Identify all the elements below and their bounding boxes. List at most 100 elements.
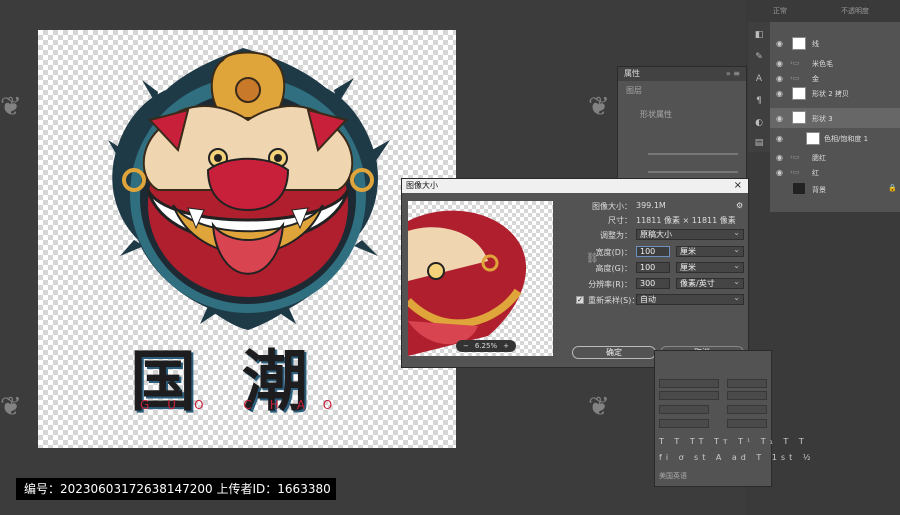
image-size-label: 图像大小：	[592, 202, 632, 211]
folder-icon: ›▭	[790, 153, 800, 161]
adjust-icon[interactable]: ◐	[753, 118, 765, 130]
properties-title: 属性	[624, 69, 640, 78]
width-input[interactable]: 100	[636, 246, 670, 257]
folder-icon: ›▭	[790, 59, 800, 67]
brush-icon[interactable]: ✎	[753, 52, 765, 64]
layer-row-selected[interactable]: ◉ 形状 3	[770, 108, 900, 128]
resolution-unit-select[interactable]: 像素/英寸	[676, 277, 744, 289]
density-slider[interactable]	[648, 153, 738, 155]
opentype-buttons[interactable]: fi ơ st A ad T 1st ½	[659, 453, 815, 462]
dialog-title: 图像大小	[406, 181, 438, 190]
layer-row[interactable]: ◉ 形状 2 拷贝	[770, 86, 900, 101]
ok-button[interactable]: 确定	[572, 346, 656, 359]
leading-field[interactable]	[727, 379, 767, 388]
eye-icon[interactable]: ◉	[776, 89, 783, 98]
layer-row[interactable]: 背景 🔒	[770, 180, 900, 198]
character-panel: T T TT Tт T¹ T₁ T T fi ơ st A ad T 1st ½…	[654, 350, 811, 487]
tracking-field[interactable]	[659, 391, 719, 400]
image-size-dialog: 图像大小 × −6.25% + 图像大小： 399.1M ⚙ 尺寸： 11811 …	[401, 178, 749, 368]
color-swatch[interactable]	[727, 419, 767, 428]
resample-checkbox[interactable]: ✓	[576, 296, 584, 304]
properties-panel: 属性 » ≡ 图层 形状属性	[617, 66, 747, 182]
dimensions-value: 11811 像素 × 11811 像素	[636, 216, 736, 225]
baseline-field[interactable]	[659, 419, 709, 428]
watermark-icon: ❦	[588, 392, 610, 422]
horizontal-scale-field[interactable]	[727, 405, 767, 414]
width-unit-select[interactable]: 厘米	[676, 245, 744, 257]
eye-icon[interactable]: ◉	[776, 39, 783, 48]
lock-icon: 🔒	[888, 184, 897, 192]
layer-mask-thumbnail	[806, 132, 820, 145]
layer-row[interactable]: ◉ ›▭ 米色毛	[770, 56, 900, 71]
opacity-label: 不透明度	[841, 7, 869, 15]
resolution-input[interactable]: 300	[636, 278, 670, 289]
eye-icon[interactable]: ◉	[776, 153, 783, 162]
preview-artwork	[408, 210, 527, 356]
layer-row[interactable]: ◉ ›▭ 金	[770, 71, 900, 86]
eye-icon[interactable]: ◉	[776, 134, 783, 143]
layer-name: 形状 3	[812, 115, 833, 123]
dialog-titlebar[interactable]: 图像大小 ×	[402, 179, 748, 193]
kerning-field[interactable]	[727, 391, 767, 400]
height-unit-select[interactable]: 厘米	[676, 261, 744, 273]
layer-name: 色相/饱和度 1	[824, 135, 869, 143]
history-icon[interactable]: ◧	[753, 30, 765, 42]
layer-name: 形状 2 拷贝	[812, 90, 849, 98]
eye-icon[interactable]: ◉	[776, 168, 783, 177]
layer-thumbnail	[792, 87, 806, 100]
zoom-out-button[interactable]: −	[463, 342, 469, 350]
dimensions-label: 尺寸：	[608, 216, 632, 225]
layer-name: 线	[812, 40, 819, 48]
close-icon[interactable]: ×	[734, 179, 742, 193]
layer-name: 腮红	[812, 154, 826, 162]
layer-row[interactable]: ◉ 色相/饱和度 1	[770, 130, 900, 148]
footer-id-bar: 编号：20230603172638147200 上传者ID：1663380	[16, 478, 336, 500]
height-label: 高度(G)：	[595, 264, 632, 273]
resolution-label: 分辨率(R)：	[588, 280, 632, 289]
layer-name: 金	[812, 75, 819, 83]
resample-select[interactable]: 自动	[636, 293, 744, 305]
type-style-buttons[interactable]: T T TT Tт T¹ T₁ T T	[659, 437, 808, 446]
layer-name: 米色毛	[812, 60, 833, 68]
lion-mask-artwork	[108, 48, 390, 330]
paragraph-icon[interactable]: ¶	[753, 96, 765, 108]
dialog-preview[interactable]: −6.25% +	[408, 201, 553, 356]
layer-thumbnail	[792, 182, 806, 195]
zoom-control[interactable]: −6.25% +	[456, 340, 516, 352]
watermark-icon: ❦	[0, 392, 22, 422]
shape-properties-label: 形状属性	[640, 110, 672, 119]
panel-menu-icon[interactable]: » ≡	[726, 67, 740, 81]
language-select[interactable]: 美国英语	[659, 471, 687, 481]
layers-options-bar: 正常 不透明度	[745, 0, 900, 22]
properties-subtitle: 图层	[626, 86, 642, 95]
folder-icon: ›▭	[790, 168, 800, 176]
feather-slider[interactable]	[648, 171, 738, 173]
fit-to-select[interactable]: 原稿大小	[636, 228, 744, 240]
layers-icon[interactable]: ▤	[753, 138, 765, 150]
vertical-scale-field[interactable]	[659, 405, 709, 414]
watermark-icon: ❦	[588, 92, 610, 122]
document-canvas[interactable]: 国潮 GUO CHAO	[38, 30, 456, 448]
gear-icon[interactable]: ⚙	[736, 201, 743, 210]
layer-row[interactable]: ◉ ›▭ 腮红	[770, 150, 900, 165]
title-pinyin: GUO CHAO	[140, 398, 351, 412]
resample-label: 重新采样(S)：	[588, 296, 640, 305]
eye-icon[interactable]: ◉	[776, 114, 783, 123]
blend-mode-select[interactable]: 正常	[773, 6, 787, 16]
width-label: 宽度(D)：	[595, 248, 632, 257]
layer-thumbnail	[792, 37, 806, 50]
font-size-field[interactable]	[659, 379, 719, 388]
layers-panel: ◉ 线 ◉ ›▭ 米色毛 ◉ ›▭ 金 ◉ 形状 2 拷贝 ◉ 形状 3 ◉ 色…	[770, 22, 900, 212]
image-size-value: 399.1M	[636, 201, 666, 210]
watermark-icon: ❦	[0, 92, 22, 122]
zoom-in-button[interactable]: +	[503, 342, 509, 350]
type-icon[interactable]: A	[753, 74, 765, 86]
layer-row[interactable]: ◉ 线	[770, 36, 900, 51]
eye-icon[interactable]: ◉	[776, 59, 783, 68]
folder-icon: ›▭	[790, 74, 800, 82]
layer-row[interactable]: ◉ ›▭ 红	[770, 165, 900, 180]
side-toolbar: ◧ ✎ A ¶ ◐ ▤	[748, 22, 770, 152]
eye-icon[interactable]: ◉	[776, 74, 783, 83]
height-input[interactable]: 100	[636, 262, 670, 273]
layer-thumbnail	[792, 111, 806, 124]
